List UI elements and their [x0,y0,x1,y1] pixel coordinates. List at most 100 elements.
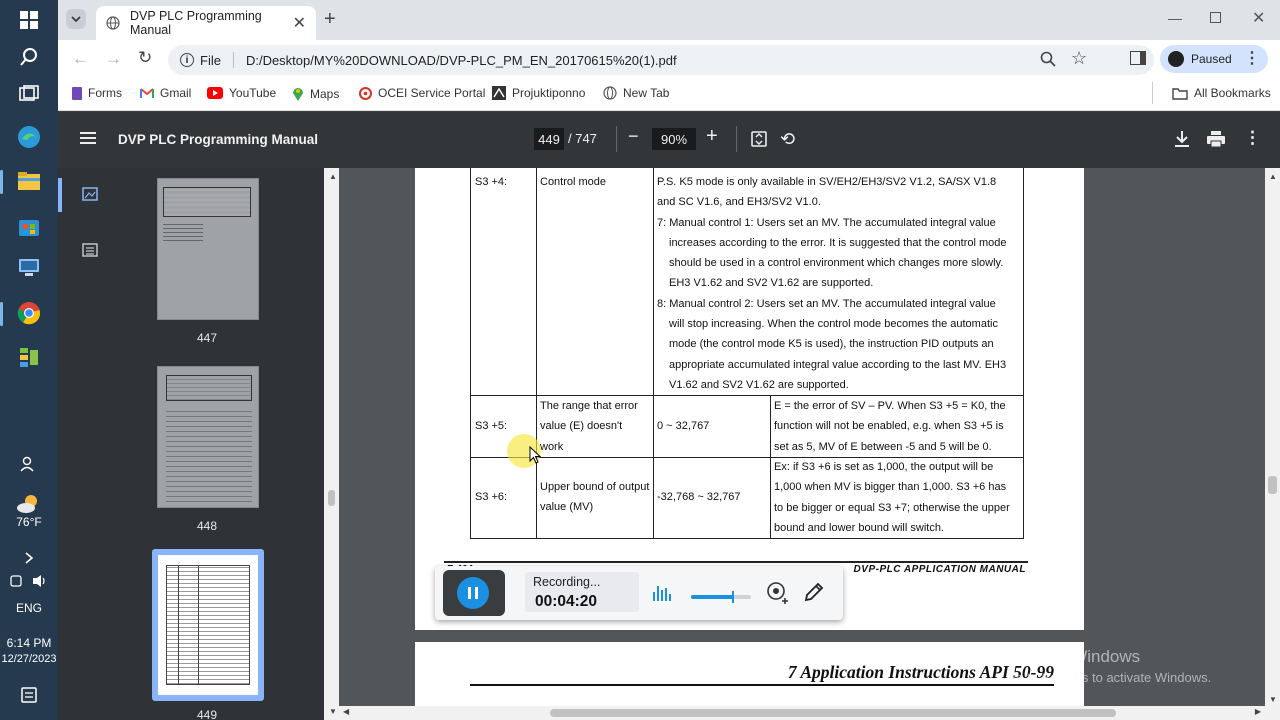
forward-button[interactable]: → [105,49,122,69]
app-stack-icon[interactable] [14,342,44,372]
weather-temp: 76°F [16,515,42,529]
bookmark-forms[interactable]: Forms [72,86,122,100]
thumbnail-page-447[interactable] [157,178,259,320]
page-footer-title: DVP-PLC APPLICATION MANUAL [853,564,1026,575]
tab-search-button[interactable] [66,9,86,29]
chrome-menu-icon[interactable]: ⋮ [1244,48,1260,68]
fit-page-icon[interactable] [751,131,767,152]
side-panel-icon[interactable] [1130,51,1146,65]
people-icon[interactable] [14,449,44,479]
bookmark-projuktiponno[interactable]: Projuktiponno [492,86,585,100]
remote-desktop-icon[interactable] [14,253,44,283]
chevron-down-icon [71,16,81,23]
screen-recorder-widget: Recording... 00:04:20 [435,566,843,620]
back-button[interactable]: ← [72,49,89,69]
desc-line: should be used in a control environment … [669,257,1004,270]
param-s3-6: S3 +6: [475,491,508,503]
forms-icon [72,86,82,100]
tab-dvp-manual[interactable]: DVP PLC Programming Manual ✕ [96,6,316,40]
zoom-out-button[interactable]: − [628,126,639,147]
desc-line: EH3 V1.62 and SV2 V1.62 are supported. [669,277,874,290]
all-bookmarks[interactable]: All Bookmarks [1172,86,1271,100]
gmail-icon [140,87,154,98]
param-name-s3-6: Upper bound of output value (MV) [540,477,652,518]
bookmark-gmail[interactable]: Gmail [140,86,191,100]
zoom-in-button[interactable]: + [706,125,718,148]
desc-line: 8: Manual control 2: Users set an MV. Th… [657,297,996,310]
thumbnail-page-448[interactable] [157,366,259,508]
name-line: value (E) doesn't [540,420,623,433]
edge-icon[interactable] [14,122,44,152]
desc-line: increases according to the error. It is … [669,236,1007,249]
pdf-page-449: S3 +4: Control mode P.S. K5 mode is only… [415,168,1084,630]
system-tray-icons[interactable] [8,566,50,596]
name-line: Upper bound of output [540,481,650,493]
page-number-input[interactable]: 449 [534,128,564,150]
thumbnail-label-447: 447 [196,331,218,345]
avatar [1168,51,1184,67]
desc-line: 7: Manual control 1: Users set an MV. Th… [657,216,996,229]
ocei-icon [359,86,372,100]
desc-s3-5: E = the error of SV – PV. When S3 +5 = K… [774,396,1022,457]
download-icon[interactable] [1174,130,1190,153]
rotate-icon[interactable]: ⟲ [780,129,795,150]
desc-line: to be bigger or equal S3 +7; otherwise t… [774,501,1010,514]
chrome-icon[interactable] [14,298,44,328]
range-s3-5: 0 ~ 32,767 [657,420,710,432]
desc-line: appropriate accumulated integral value a… [669,358,1007,371]
reload-button[interactable]: ↻ [138,48,152,68]
maximize-button[interactable] [1210,12,1221,23]
sidebar-scrollbar[interactable]: ▲ ▼ [324,168,339,720]
volume-slider[interactable] [691,591,751,603]
more-actions-icon[interactable]: ⋮ [1244,128,1261,148]
viewer-horizontal-scrollbar[interactable]: ◀ ▶ [339,706,1265,720]
desc-line: bound and lower bound will switch. [774,521,944,534]
recording-status-panel: Recording... 00:04:20 [525,572,639,612]
bookmark-maps[interactable]: Maps [292,86,339,101]
activate-windows-title: Activate Windows [1006,647,1141,666]
bookmark-star-icon[interactable]: ☆ [1071,48,1087,69]
pause-recording-button[interactable] [443,570,505,616]
minimize-button[interactable]: — [1168,10,1182,26]
globe-icon [106,16,120,30]
bookmark-new-tab[interactable]: New Tab [603,86,669,100]
desc-line: mode (the control mode K5 is used), the … [669,338,994,351]
notifications-icon[interactable] [14,680,44,710]
menu-icon[interactable] [80,131,96,150]
thumbnail-page-449-selected[interactable] [152,549,264,701]
windows-taskbar: 76°F ENG 6:14 PM 12/27/2023 [0,0,58,720]
store-icon[interactable] [14,211,44,241]
browser-toolbar: ← → ↻ i File D:/Desktop/MY%20DOWNLOAD/DV… [58,40,1280,78]
new-tab-button[interactable]: + [324,8,336,31]
pencil-icon[interactable] [803,581,825,608]
pdf-viewer[interactable]: ▲ ▼ S3 +4: Control mode P.S. K5 mode is … [324,168,1280,720]
audio-level-icon[interactable] [652,582,672,607]
windows-start-icon[interactable] [14,5,44,35]
zoom-level-input[interactable]: 90% [652,128,696,150]
info-icon[interactable]: i [180,53,194,67]
bookmark-ocei[interactable]: OCEI Service Portal [359,86,485,100]
address-bar[interactable]: i File D:/Desktop/MY%20DOWNLOAD/DVP-PLC_… [168,45,1154,75]
pause-icon [457,577,489,609]
url-text: D:/Desktop/MY%20DOWNLOAD/DVP-PLC_PM_EN_2… [245,52,677,68]
task-view-icon[interactable] [14,79,44,109]
close-tab-icon[interactable]: ✕ [293,13,306,33]
file-explorer-icon[interactable] [14,166,44,196]
name-line: work [540,440,564,453]
profile-status: Paused [1191,52,1232,66]
webcam-icon[interactable] [766,581,790,610]
close-window-button[interactable]: ✕ [1252,8,1265,28]
bookmark-youtube[interactable]: YouTube [207,86,276,100]
search-icon[interactable] [14,42,44,72]
desc-line: and SC V1.6, and EH3/SV2 V1.0. [657,196,821,209]
desc-line: will stop increasing. When the control m… [669,318,998,331]
pdf-toolbar: DVP PLC Programming Manual 449 / 747 − 9… [58,112,1280,168]
youtube-icon [207,87,223,99]
zoom-icon[interactable] [1040,51,1056,70]
print-icon[interactable] [1207,131,1225,152]
viewer-scrollbar[interactable]: ▲ ▼ [1265,168,1280,720]
desc-line: V1.62 and SV2 V1.62 are supported. [669,378,849,391]
clock-time[interactable]: 6:14 PM [0,636,58,650]
clock-date[interactable]: 12/27/2023 [0,653,58,665]
language-indicator[interactable]: ENG [0,601,58,615]
